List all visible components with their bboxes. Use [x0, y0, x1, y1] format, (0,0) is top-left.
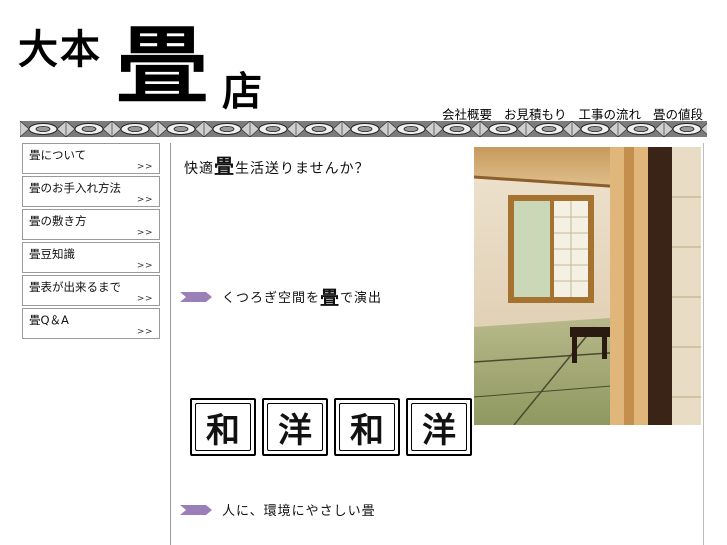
headline-post: 生活送りませんか？	[235, 161, 370, 177]
sidebar-item-care[interactable]: 畳のお手入れ方法 >>	[22, 176, 160, 207]
chevron-right-icon: >>	[136, 228, 153, 238]
badge-yo: 洋	[262, 398, 328, 456]
chevron-right-icon: >>	[136, 327, 153, 337]
feature-line-text: 人に、環境にやさしい畳	[222, 504, 376, 519]
headline-emphasis: 畳	[214, 154, 235, 178]
sidebar-item-label: 畳の敷き方	[29, 214, 87, 228]
feature-line-relax: くつろぎ空間を畳で演出	[180, 283, 382, 310]
sidebar-item-label: 畳について	[29, 148, 87, 162]
tatami-room-photo	[474, 147, 701, 425]
sidebar-item-label: 畳表が出来るまで	[29, 280, 121, 294]
chevron-right-icon: >>	[136, 195, 153, 205]
arrow-bullet-icon	[180, 504, 212, 515]
logo-text-tatami: 畳	[116, 16, 209, 115]
pattern-band-icon	[20, 121, 707, 137]
arrow-bullet-icon	[180, 291, 212, 302]
chevron-right-icon: >>	[136, 294, 153, 304]
badge-wa: 和	[190, 398, 256, 456]
sidebar-item-faq[interactable]: 畳Q＆A >>	[22, 308, 160, 339]
tatami-border-band	[20, 121, 707, 137]
sidebar-item-label: 畳のお手入れ方法	[29, 181, 121, 195]
sidebar-item-about-tatami[interactable]: 畳について >>	[22, 143, 160, 174]
sidebar-item-trivia[interactable]: 畳豆知識 >>	[22, 242, 160, 273]
headline-pre: 快適	[184, 161, 214, 177]
chevron-right-icon: >>	[136, 162, 153, 172]
feature-line-pre: くつろぎ空間を	[222, 291, 321, 306]
badge-wa: 和	[334, 398, 400, 456]
feature-line-emphasis: 畳	[320, 287, 341, 309]
feature-line-eco: 人に、環境にやさしい畳	[180, 500, 376, 519]
sidebar-item-making[interactable]: 畳表が出来るまで >>	[22, 275, 160, 306]
headline: 快適畳生活送りませんか？	[184, 150, 370, 179]
site-logo[interactable]: 大本 畳 店	[16, 24, 286, 120]
badge-yo: 洋	[406, 398, 472, 456]
sidebar-item-label: 畳Q＆A	[29, 313, 69, 327]
chevron-right-icon: >>	[136, 261, 153, 271]
logo-text-ten: 店	[222, 68, 262, 115]
feature-line-post: で演出	[340, 291, 383, 306]
content-divider	[703, 143, 704, 545]
wayo-badges: 和 洋 和 洋	[190, 398, 472, 456]
sidebar: 畳について >> 畳のお手入れ方法 >> 畳の敷き方 >> 畳豆知識 >> 畳表…	[22, 143, 160, 341]
sidebar-item-layout[interactable]: 畳の敷き方 >>	[22, 209, 160, 240]
logo-text-daihon: 大本	[18, 26, 102, 73]
sidebar-item-label: 畳豆知識	[29, 247, 75, 261]
